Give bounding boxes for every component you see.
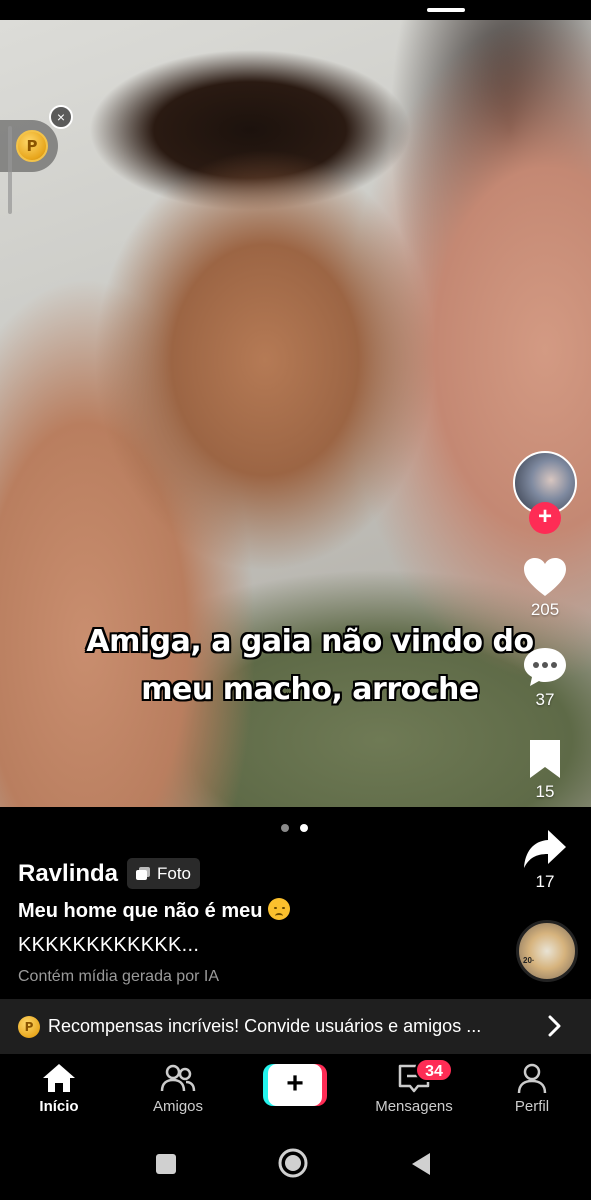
recents-icon[interactable] — [155, 1153, 177, 1175]
nav-friends-label: Amigos — [152, 1098, 204, 1115]
carousel-dot-1 — [281, 824, 289, 832]
music-disc-label: 20· — [523, 956, 535, 965]
nav-profile[interactable]: Perfil — [484, 1062, 580, 1115]
share-count: 17 — [535, 872, 555, 891]
status-bar — [0, 0, 591, 20]
post-photo[interactable]: Amiga, a gaia não vindo do meu macho, ar… — [0, 20, 591, 807]
promo-text: Recompensas incríveis! Convide usuários … — [48, 1016, 482, 1036]
rewards-progress-bar — [8, 126, 12, 214]
photo-caption: Amiga, a gaia não vindo do meu macho, ar… — [60, 618, 560, 714]
heart-icon — [524, 558, 566, 596]
messages-badge: 34 — [415, 1058, 453, 1082]
close-icon[interactable]: × — [49, 105, 73, 129]
bookmark-icon — [530, 740, 560, 778]
status-pill — [427, 8, 465, 12]
plus-icon: + — [268, 1064, 322, 1106]
nav-friends[interactable]: Amigos — [130, 1062, 226, 1115]
profile-icon — [517, 1063, 547, 1094]
nav-profile-label: Perfil — [514, 1098, 550, 1115]
nav-home[interactable]: Início — [11, 1062, 107, 1115]
like-count: 205 — [530, 600, 560, 619]
nav-messages-label: Mensagens — [375, 1098, 453, 1115]
like-button[interactable]: 205 — [515, 556, 575, 620]
home-icon — [43, 1064, 75, 1092]
share-button[interactable]: 17 — [515, 828, 575, 892]
chevron-right-icon[interactable] — [544, 1014, 564, 1038]
photo-caption-line-1: Amiga, a gaia não vindo do — [86, 624, 534, 659]
carousel-dot-2 — [300, 824, 308, 832]
photo-stack-icon — [136, 866, 150, 880]
comment-button[interactable]: 37 — [515, 646, 575, 710]
creator-username[interactable]: Ravlinda — [18, 860, 118, 888]
post-description: Meu home que não é meu — [18, 898, 291, 923]
nav-home-label: Início — [39, 1098, 79, 1115]
comment-count: 37 — [535, 690, 555, 709]
post-description-text: Meu home que não é meu — [18, 900, 263, 922]
save-button[interactable]: 15 — [515, 738, 575, 802]
comment-icon — [524, 648, 566, 686]
ai-media-notice: Contém mídia gerada por IA — [18, 968, 219, 985]
disappointed-face-icon — [268, 898, 291, 920]
save-count: 15 — [535, 782, 555, 801]
promo-coin-icon: P — [18, 1016, 40, 1038]
create-button[interactable]: + — [263, 1064, 327, 1106]
photo-tag-label: Foto — [157, 863, 192, 883]
photo-caption-line-2: meu macho, arroche — [141, 672, 479, 707]
music-disc[interactable] — [516, 920, 578, 982]
post-description-more[interactable]: KKKKKKKKKKKK... — [18, 934, 199, 957]
share-arrow-icon — [524, 830, 566, 868]
follow-plus-button[interactable]: + — [529, 502, 561, 534]
photo-tag: Foto — [127, 858, 201, 889]
back-icon[interactable] — [410, 1151, 432, 1177]
coin-icon[interactable]: P — [16, 130, 48, 162]
friends-icon — [160, 1064, 196, 1092]
home-circle-icon[interactable] — [277, 1147, 309, 1179]
